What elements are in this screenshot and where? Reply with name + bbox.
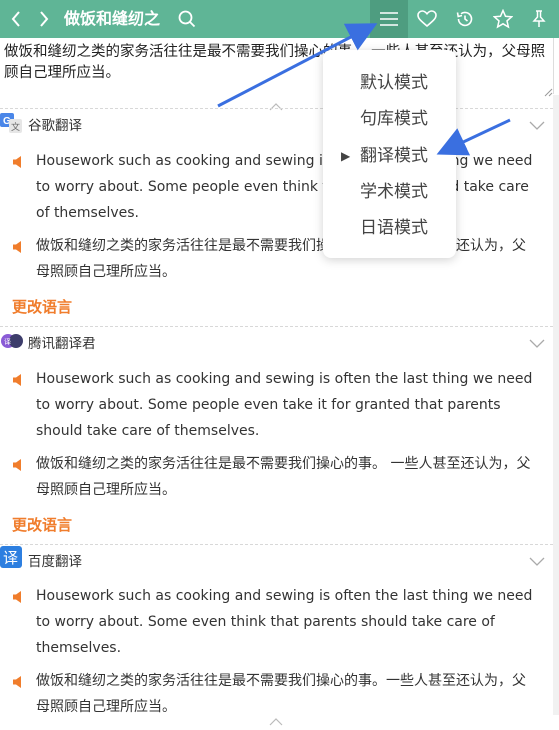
- annotation-arrow-menu: [217, 23, 378, 108]
- annotation-arrow-mode: [436, 118, 511, 156]
- annotation-arrows: [217, 23, 511, 156]
